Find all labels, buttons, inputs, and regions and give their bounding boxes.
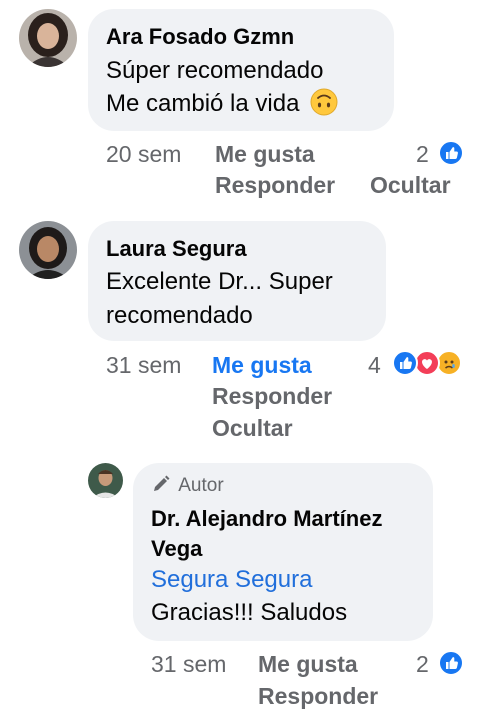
comment-text-line: Me cambió la vida xyxy=(106,88,338,125)
like-button[interactable]: Me gusta xyxy=(258,651,358,678)
like-button[interactable]: Me gusta xyxy=(215,141,315,168)
comment-timestamp[interactable]: 20 sem xyxy=(106,141,181,168)
like-button[interactable]: Me gusta xyxy=(212,352,312,379)
reply-author[interactable]: Dr. Alejandro Martínez xyxy=(151,506,382,532)
avatar[interactable] xyxy=(19,221,77,279)
reaction-count[interactable]: 4 xyxy=(368,352,381,379)
author-badge: Autor xyxy=(151,474,224,500)
comment-author[interactable]: Ara Fosado Gzmn xyxy=(106,24,294,50)
hide-button[interactable]: Ocultar xyxy=(370,172,451,199)
avatar[interactable] xyxy=(19,9,77,67)
reply-button[interactable]: Responder xyxy=(215,172,335,199)
reply-text: Gracias!!! Saludos xyxy=(151,599,348,626)
reply-button[interactable]: Responder xyxy=(212,383,332,410)
like-reaction-icon xyxy=(438,140,464,166)
reply-timestamp[interactable]: 31 sem xyxy=(151,651,226,678)
comment-timestamp[interactable]: 31 sem xyxy=(106,352,181,379)
like-reaction-icon xyxy=(392,350,418,376)
comment-text-line: Excelente Dr... Super xyxy=(106,268,333,295)
like-reaction-icon xyxy=(438,650,464,676)
mention-link[interactable]: Segura Segura xyxy=(151,564,312,596)
upside-down-face-icon xyxy=(310,88,338,125)
avatar[interactable] xyxy=(88,463,123,498)
comment-text-line: Súper recomendado xyxy=(106,57,324,84)
reaction-count[interactable]: 2 xyxy=(416,141,429,168)
comment-author[interactable]: Laura Segura xyxy=(106,236,247,262)
comment-text-line: recomendado xyxy=(106,302,253,329)
pencil-icon xyxy=(151,474,171,500)
hide-button[interactable]: Ocultar xyxy=(212,415,293,442)
reply-author[interactable]: Vega xyxy=(151,536,202,562)
reply-button[interactable]: Responder xyxy=(258,683,378,710)
reaction-count[interactable]: 2 xyxy=(416,651,429,678)
